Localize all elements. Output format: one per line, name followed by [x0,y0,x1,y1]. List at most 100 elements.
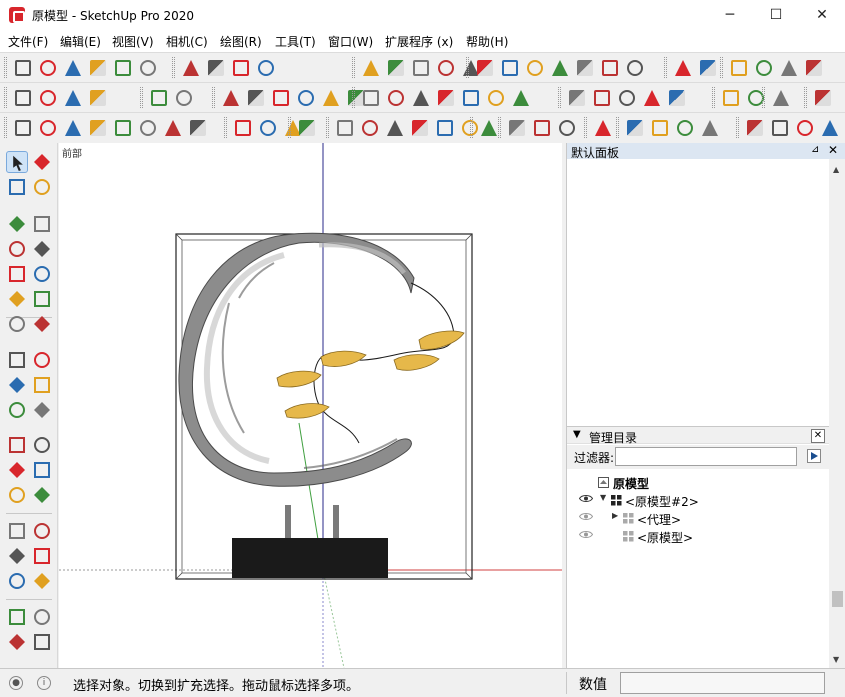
expand-icon[interactable]: ▼ [600,493,606,502]
filter-input[interactable] [615,447,797,466]
left-tool-1-button[interactable] [31,151,53,173]
toolbar-tool-73-button[interactable] [434,117,456,139]
geo-location-icon[interactable]: ● [9,676,23,690]
toolbar-tool-76-button[interactable] [506,117,528,139]
maximize-button[interactable]: ☐ [753,0,799,30]
tray-scrollbar[interactable]: ▲ ▼ [829,159,845,668]
toolbar-tool-22-button[interactable] [624,57,646,79]
visibility-eye-icon[interactable] [579,494,593,503]
left-tool-17-button[interactable] [31,374,53,396]
toolbar-tool-17-button[interactable] [499,57,521,79]
toolbar-tool-12-button[interactable] [385,57,407,79]
toolbar-tool-34-button[interactable] [173,87,195,109]
left-tool-22-button[interactable] [6,459,28,481]
toolbar-tool-36-button[interactable] [245,87,267,109]
toolbar-tool-19-button[interactable] [549,57,571,79]
toolbar-tool-84-button[interactable] [744,117,766,139]
toolbar-tool-78-button[interactable] [556,117,578,139]
toolbar-tool-52-button[interactable] [666,87,688,109]
toolbar-tool-60-button[interactable] [87,117,109,139]
toolbar-tool-47-button[interactable] [510,87,532,109]
toolbar-grip[interactable] [498,117,501,138]
toolbar-tool-86-button[interactable] [794,117,816,139]
toolbar-tool-87-button[interactable] [819,117,841,139]
left-tool-23-button[interactable] [31,459,53,481]
toolbar-grip[interactable] [558,87,561,108]
left-tool-32-button[interactable] [6,606,28,628]
toolbar-grip[interactable] [352,57,355,78]
left-tool-16-button[interactable] [6,374,28,396]
toolbar-grip[interactable] [804,87,807,108]
toolbar-tool-66-button[interactable] [257,117,279,139]
toolbar-tool-70-button[interactable] [359,117,381,139]
toolbar-tool-63-button[interactable] [162,117,184,139]
toolbar-tool-32-button[interactable] [87,87,109,109]
toolbar-tool-14-button[interactable] [435,57,457,79]
tree-row[interactable]: <原模型> [567,528,829,546]
toolbar-tool-18-button[interactable] [524,57,546,79]
toolbar-tool-80-button[interactable] [624,117,646,139]
toolbar-grip[interactable] [720,57,723,78]
toolbar-tool-37-button[interactable] [270,87,292,109]
toolbar-tool-4-button[interactable] [87,57,109,79]
toolbar-tool-79-button[interactable] [592,117,614,139]
instructor-info-icon[interactable]: i [37,676,51,690]
toolbar-grip[interactable] [352,87,355,108]
toolbar-tool-7-button[interactable] [180,57,202,79]
toolbar-tool-5-button[interactable] [112,57,134,79]
left-tool-27-button[interactable] [31,520,53,542]
left-tool-3-button[interactable] [31,176,53,198]
toolbar-tool-82-button[interactable] [674,117,696,139]
toolbar-tool-31-button[interactable] [62,87,84,109]
left-tool-20-button[interactable] [6,434,28,456]
toolbar-tool-48-button[interactable] [566,87,588,109]
toolbar-tool-26-button[interactable] [753,57,775,79]
left-tool-30-button[interactable] [6,570,28,592]
close-button[interactable]: ✕ [799,0,845,30]
left-tool-19-button[interactable] [31,399,53,421]
toolbar-tool-3-button[interactable] [62,57,84,79]
toolbar-tool-59-button[interactable] [62,117,84,139]
left-tool-9-button[interactable] [31,263,53,285]
toolbar-tool-6-button[interactable] [137,57,159,79]
toolbar-tool-10-button[interactable] [255,57,277,79]
toolbar-tool-72-button[interactable] [409,117,431,139]
scroll-down-icon[interactable]: ▼ [833,655,839,664]
menu-tools[interactable]: 工具(T) [275,33,316,50]
toolbar-tool-20-button[interactable] [574,57,596,79]
toolbar-grip[interactable] [212,87,215,108]
toolbar-tool-65-button[interactable] [232,117,254,139]
toolbar-tool-42-button[interactable] [385,87,407,109]
toolbar-tool-38-button[interactable] [295,87,317,109]
outliner-close-button[interactable]: ✕ [811,429,825,443]
toolbar-tool-57-button[interactable] [12,117,34,139]
toolbar-tool-75-button[interactable] [478,117,500,139]
toolbar-grip[interactable] [762,87,765,108]
toolbar-tool-21-button[interactable] [599,57,621,79]
toolbar-tool-43-button[interactable] [410,87,432,109]
toolbar-tool-50-button[interactable] [616,87,638,109]
scroll-thumb[interactable] [832,591,843,607]
toolbar-tool-69-button[interactable] [334,117,356,139]
visibility-eye-icon[interactable] [579,530,593,539]
left-tool-5-button[interactable] [31,213,53,235]
toolbar-tool-83-button[interactable] [699,117,721,139]
toolbar-grip[interactable] [4,87,7,108]
menu-view[interactable]: 视图(V) [112,33,154,50]
toolbar-tool-29-button[interactable] [12,87,34,109]
toolbar-tool-41-button[interactable] [360,87,382,109]
toolbar-tool-71-button[interactable] [384,117,406,139]
left-tool-24-button[interactable] [6,484,28,506]
left-tool-31-button[interactable] [31,570,53,592]
toolbar-tool-2-button[interactable] [37,57,59,79]
left-tool-26-button[interactable] [6,520,28,542]
toolbar-tool-16-button[interactable] [474,57,496,79]
left-tool-14-button[interactable] [6,349,28,371]
menu-camera[interactable]: 相机(C) [166,33,208,50]
value-control-box[interactable] [620,672,825,694]
toolbar-tool-61-button[interactable] [112,117,134,139]
left-tool-12-button[interactable] [6,313,28,335]
toolbar-tool-33-button[interactable] [148,87,170,109]
toolbar-tool-58-button[interactable] [37,117,59,139]
filter-arrow-icon[interactable] [807,449,821,463]
